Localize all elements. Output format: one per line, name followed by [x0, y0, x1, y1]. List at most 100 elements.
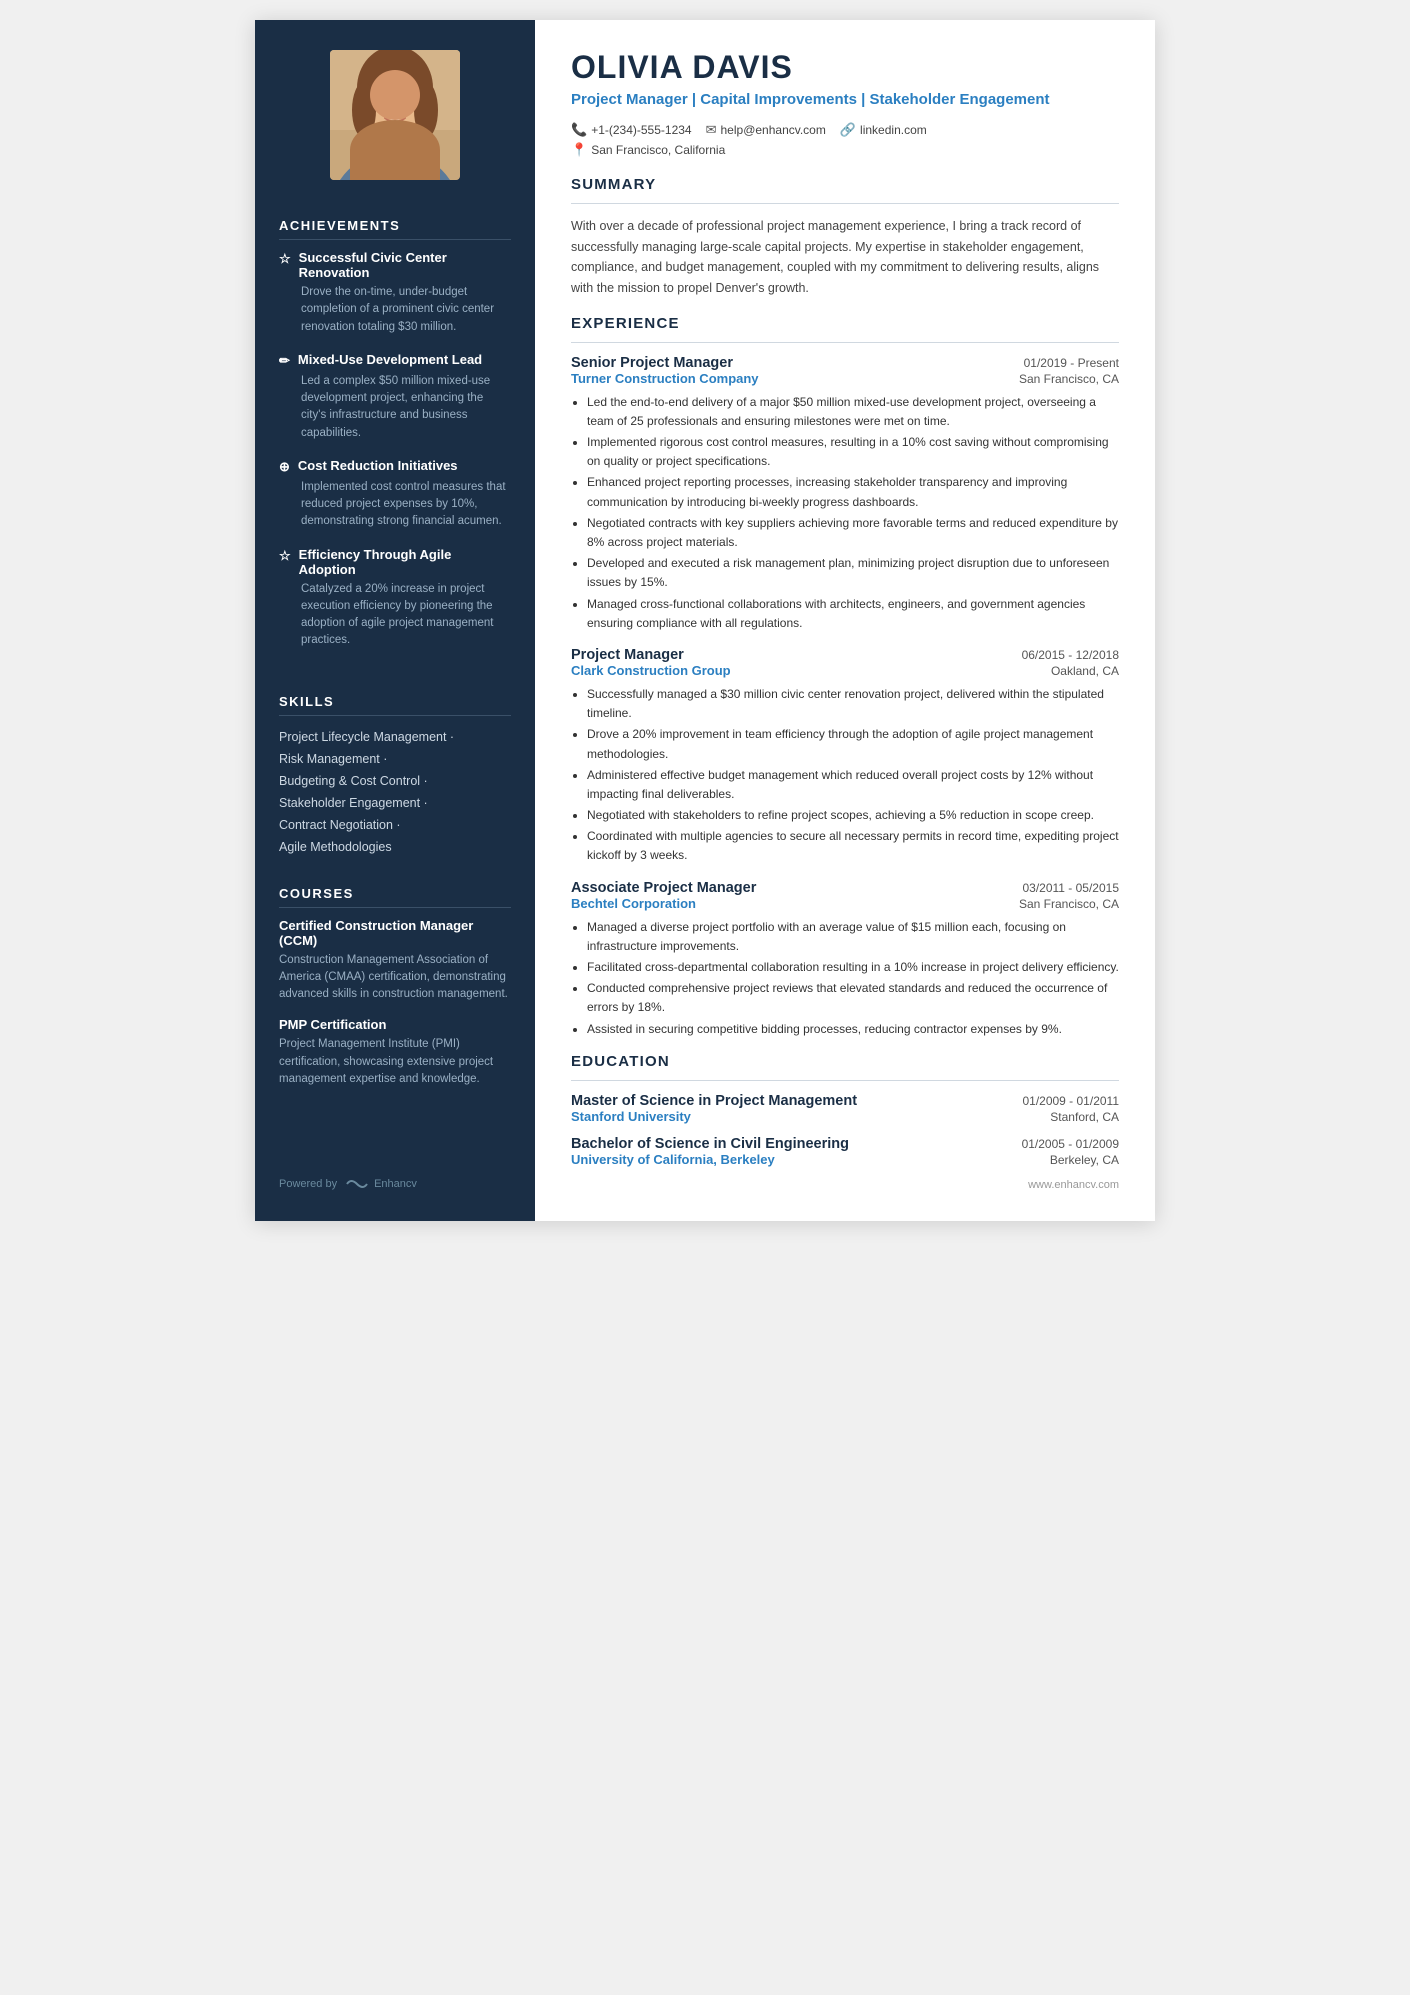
- achievement-title-4: ☆ Efficiency Through Agile Adoption: [279, 547, 511, 577]
- achievements-list: ☆ Successful Civic Center Renovation Dro…: [279, 250, 511, 650]
- sidebar: ACHIEVEMENTS ☆ Successful Civic Center R…: [255, 20, 535, 1221]
- job-header-3: Associate Project Manager 03/2011 - 05/2…: [571, 880, 1119, 896]
- job-header-2: Project Manager 06/2015 - 12/2018: [571, 647, 1119, 663]
- edu-header-2: Bachelor of Science in Civil Engineering…: [571, 1136, 1119, 1152]
- course-item-1: Certified Construction Manager (CCM) Con…: [279, 918, 511, 1004]
- location-icon: 📍: [571, 142, 587, 158]
- summary-title: SUMMARY: [571, 176, 1119, 193]
- bullet-1-4: Negotiated contracts with key suppliers …: [587, 514, 1119, 552]
- job-company-2: Clark Construction Group: [571, 663, 731, 678]
- job-bullets-2: Successfully managed a $30 million civic…: [571, 685, 1119, 866]
- location-row: 📍 San Francisco, California: [571, 142, 1119, 158]
- edu-degree-2: Bachelor of Science in Civil Engineering: [571, 1136, 849, 1152]
- achievement-item-3: ⊕ Cost Reduction Initiatives Implemented…: [279, 458, 511, 531]
- edu-date-2: 01/2005 - 01/2009: [1022, 1137, 1119, 1151]
- course-item-2: PMP Certification Project Management Ins…: [279, 1017, 511, 1088]
- edu-entry-1: Master of Science in Project Management …: [571, 1093, 1119, 1124]
- candidate-title: Project Manager | Capital Improvements |…: [571, 89, 1119, 110]
- education-title: EDUCATION: [571, 1053, 1119, 1070]
- summary-section: SUMMARY With over a decade of profession…: [571, 176, 1119, 299]
- skills-title: SKILLS: [279, 694, 511, 716]
- job-date-1: 01/2019 - Present: [1024, 356, 1119, 370]
- job-date-3: 03/2011 - 05/2015: [1022, 881, 1119, 895]
- edu-location-1: Stanford, CA: [1050, 1110, 1119, 1124]
- achievement-item-1: ☆ Successful Civic Center Renovation Dro…: [279, 250, 511, 336]
- achievement-desc-1: Drove the on-time, under-budget completi…: [279, 284, 511, 336]
- skill-item-6: Agile Methodologies: [279, 836, 511, 858]
- website-label: www.enhancv.com: [1028, 1179, 1119, 1191]
- achievement-desc-2: Led a complex $50 million mixed-use deve…: [279, 373, 511, 442]
- bullet-2-1: Successfully managed a $30 million civic…: [587, 685, 1119, 723]
- edu-entry-2: Bachelor of Science in Civil Engineering…: [571, 1136, 1119, 1167]
- bullet-3-1: Managed a diverse project portfolio with…: [587, 918, 1119, 956]
- avatar-section: [255, 20, 535, 200]
- job-title-3: Associate Project Manager: [571, 880, 756, 896]
- main-footer: www.enhancv.com: [571, 1179, 1119, 1191]
- bullet-1-5: Developed and executed a risk management…: [587, 554, 1119, 592]
- achievement-desc-4: Catalyzed a 20% increase in project exec…: [279, 581, 511, 650]
- courses-title: COURSES: [279, 886, 511, 908]
- bullet-3-2: Facilitated cross-departmental collabora…: [587, 958, 1119, 977]
- skills-section: SKILLS Project Lifecycle Management · Ri…: [255, 676, 535, 868]
- job-company-row-1: Turner Construction Company San Francisc…: [571, 371, 1119, 386]
- bullet-3-4: Assisted in securing competitive bidding…: [587, 1020, 1119, 1039]
- course-desc-1: Construction Management Association of A…: [279, 952, 511, 1004]
- job-location-1: San Francisco, CA: [1019, 372, 1119, 386]
- achievement-title-2: ✏ Mixed-Use Development Lead: [279, 352, 511, 369]
- bullet-2-3: Administered effective budget management…: [587, 766, 1119, 804]
- skill-item-1: Project Lifecycle Management ·: [279, 726, 511, 748]
- star-icon-2: ☆: [279, 548, 291, 564]
- job-location-2: Oakland, CA: [1051, 664, 1119, 678]
- job-title-2: Project Manager: [571, 647, 684, 663]
- course-desc-2: Project Management Institute (PMI) certi…: [279, 1036, 511, 1088]
- sidebar-footer: Powered by Enhancv: [255, 1161, 535, 1191]
- skill-item-2: Risk Management ·: [279, 748, 511, 770]
- bullet-2-4: Negotiated with stakeholders to refine p…: [587, 806, 1119, 825]
- edu-school-row-2: University of California, Berkeley Berke…: [571, 1152, 1119, 1167]
- edu-date-1: 01/2009 - 01/2011: [1022, 1094, 1119, 1108]
- enhancv-logo: Enhancv: [345, 1177, 417, 1191]
- avatar: [330, 50, 460, 180]
- job-company-3: Bechtel Corporation: [571, 896, 696, 911]
- pencil-icon: ✏: [279, 353, 290, 369]
- achievements-section: ACHIEVEMENTS ☆ Successful Civic Center R…: [255, 200, 535, 676]
- education-section: EDUCATION Master of Science in Project M…: [571, 1053, 1119, 1167]
- bullet-1-2: Implemented rigorous cost control measur…: [587, 433, 1119, 471]
- course-title-1: Certified Construction Manager (CCM): [279, 918, 511, 948]
- job-title-1: Senior Project Manager: [571, 355, 733, 371]
- job-bullets-1: Led the end-to-end delivery of a major $…: [571, 393, 1119, 633]
- edu-school-2: University of California, Berkeley: [571, 1152, 775, 1167]
- linkedin-icon: 🔗: [840, 122, 856, 138]
- email-contact: ✉ help@enhancv.com: [706, 122, 826, 138]
- bullet-3-3: Conducted comprehensive project reviews …: [587, 979, 1119, 1017]
- summary-divider: [571, 203, 1119, 204]
- skill-item-3: Budgeting & Cost Control ·: [279, 770, 511, 792]
- star-icon-1: ☆: [279, 251, 291, 267]
- summary-text: With over a decade of professional proje…: [571, 216, 1119, 299]
- bullet-1-1: Led the end-to-end delivery of a major $…: [587, 393, 1119, 431]
- edu-location-2: Berkeley, CA: [1050, 1153, 1119, 1167]
- resume-container: ACHIEVEMENTS ☆ Successful Civic Center R…: [255, 20, 1155, 1221]
- achievement-title-1: ☆ Successful Civic Center Renovation: [279, 250, 511, 280]
- achievement-item-2: ✏ Mixed-Use Development Lead Led a compl…: [279, 352, 511, 442]
- resume-header: OLIVIA DAVIS Project Manager | Capital I…: [571, 50, 1119, 158]
- experience-section: EXPERIENCE Senior Project Manager 01/201…: [571, 315, 1119, 1039]
- job-header-1: Senior Project Manager 01/2019 - Present: [571, 355, 1119, 371]
- education-divider: [571, 1080, 1119, 1081]
- achievement-desc-3: Implemented cost control measures that r…: [279, 479, 511, 531]
- job-date-2: 06/2015 - 12/2018: [1022, 648, 1119, 662]
- edu-degree-1: Master of Science in Project Management: [571, 1093, 857, 1109]
- skill-item-4: Stakeholder Engagement ·: [279, 792, 511, 814]
- bullet-1-6: Managed cross-functional collaborations …: [587, 595, 1119, 633]
- email-icon: ✉: [706, 122, 717, 138]
- cost-icon: ⊕: [279, 459, 290, 475]
- phone-contact: 📞 +1-(234)-555-1234: [571, 122, 692, 138]
- phone-icon: 📞: [571, 122, 587, 138]
- skills-list: Project Lifecycle Management · Risk Mana…: [279, 726, 511, 858]
- linkedin-contact: 🔗 linkedin.com: [840, 122, 927, 138]
- job-company-row-3: Bechtel Corporation San Francisco, CA: [571, 896, 1119, 911]
- skill-item-5: Contract Negotiation ·: [279, 814, 511, 836]
- job-company-1: Turner Construction Company: [571, 371, 759, 386]
- edu-header-1: Master of Science in Project Management …: [571, 1093, 1119, 1109]
- achievements-title: ACHIEVEMENTS: [279, 218, 511, 240]
